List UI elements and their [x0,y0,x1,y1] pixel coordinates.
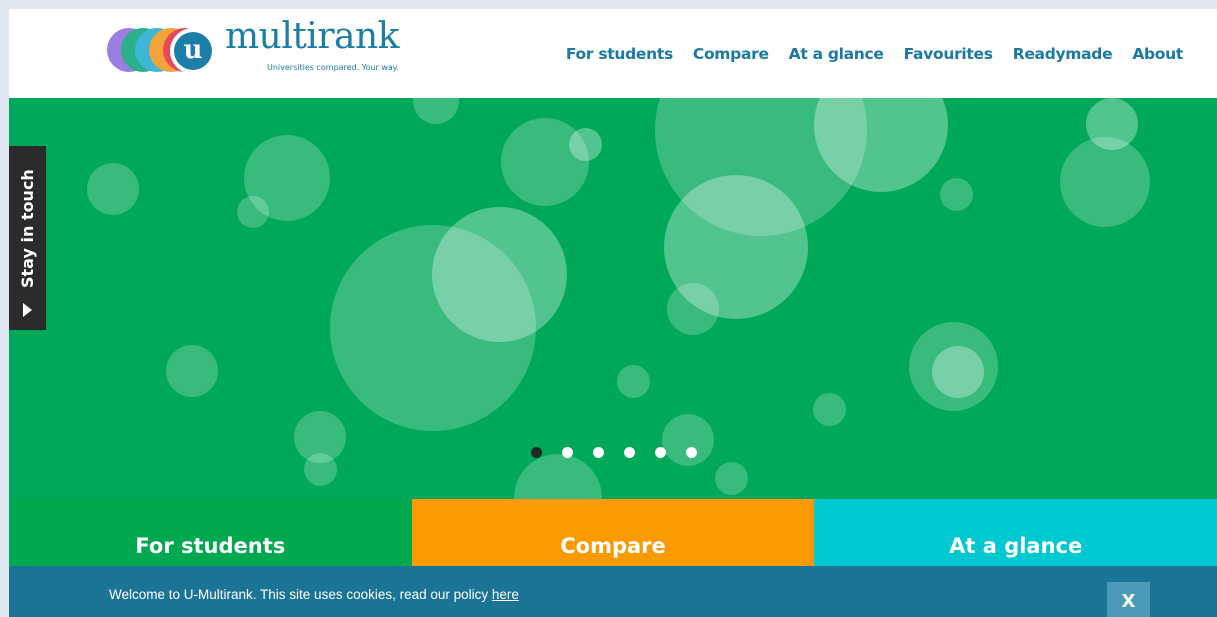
bubble-decoration [432,207,567,342]
bubble-decoration [1060,137,1150,227]
carousel-pagination [531,447,697,458]
carousel-dot-6[interactable] [686,447,697,458]
carousel-dot-1[interactable] [531,447,542,458]
logo-circles: u [107,28,217,74]
bubble-decoration [940,178,973,211]
carousel-dot-3[interactable] [593,447,604,458]
cookie-banner: Welcome to U-Multirank. This site uses c… [9,566,1217,617]
nav-about[interactable]: About [1132,45,1183,63]
bubble-decoration [617,365,650,398]
nav-readymade[interactable]: Readymade [1013,45,1113,63]
carousel-dot-5[interactable] [655,447,666,458]
bubble-decoration [569,128,602,161]
carousel-dot-2[interactable] [562,447,573,458]
bubble-decoration [166,345,218,397]
logo-tagline: Universities compared. Your way. [267,63,399,72]
stay-in-touch-tab[interactable]: Stay in touch [9,146,46,330]
bubble-decoration [715,462,748,495]
carousel-dot-4[interactable] [624,447,635,458]
tile-label: At a glance [949,534,1083,558]
cookie-policy-link[interactable]: here [492,587,519,602]
bubble-decoration [413,98,459,124]
nav-for-students[interactable]: For students [566,45,673,63]
logo-badge: u [174,32,212,70]
stay-in-touch-label: Stay in touch [18,169,37,288]
bubble-decoration [813,393,846,426]
play-arrow-icon [23,303,32,317]
u-multirank-logo[interactable]: u multirank Universities compared. Your … [107,16,427,82]
logo-wordmark: multirank [225,16,400,57]
bubble-decoration [932,346,984,398]
hero-carousel [9,98,1217,508]
bubble-decoration [662,414,714,466]
bubble-decoration [87,163,139,215]
page-frame: u multirank Universities compared. Your … [9,9,1217,617]
cookie-text: Welcome to U-Multirank. This site uses c… [109,587,492,602]
tile-label: Compare [560,534,666,558]
tile-label: For students [135,534,286,558]
nav-at-a-glance[interactable]: At a glance [789,45,884,63]
cookie-message: Welcome to U-Multirank. This site uses c… [109,587,519,602]
nav-favourites[interactable]: Favourites [904,45,993,63]
cookie-close-button[interactable]: X [1107,582,1150,617]
bubble-decoration [237,196,269,228]
bubble-decoration [667,283,719,335]
site-header: u multirank Universities compared. Your … [9,9,1217,98]
main-nav: For students Compare At a glance Favouri… [566,45,1183,63]
bubble-decoration [304,453,337,486]
nav-compare[interactable]: Compare [693,45,769,63]
